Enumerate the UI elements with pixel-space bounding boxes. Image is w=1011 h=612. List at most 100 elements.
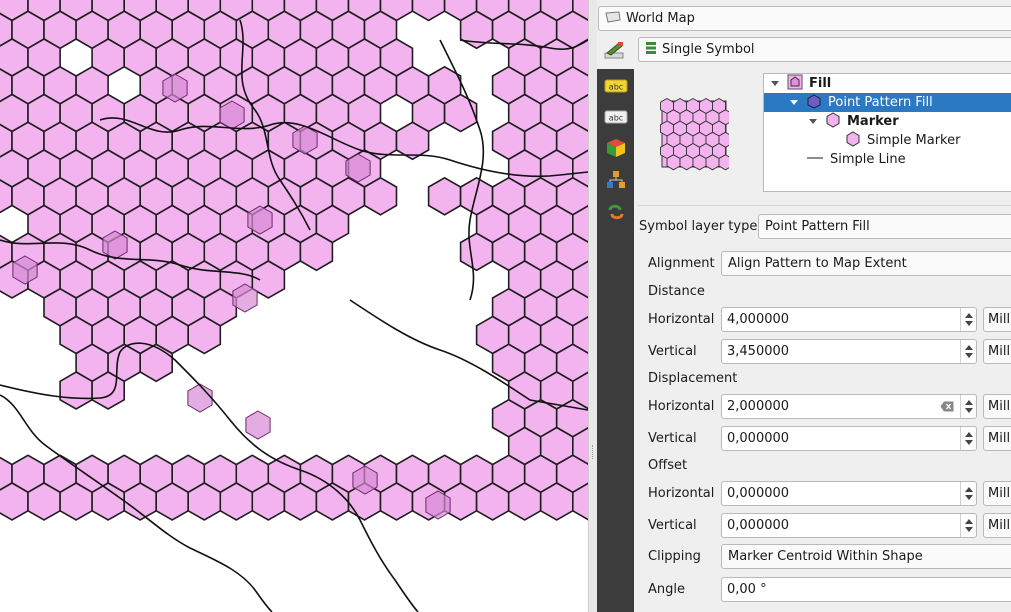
simple-marker-icon xyxy=(845,130,861,151)
symbol-layer-type-select[interactable]: Point Pattern Fill xyxy=(758,214,1011,239)
spin-arrows[interactable] xyxy=(960,482,976,505)
angle-input[interactable]: 0,00 ° xyxy=(721,577,1011,602)
distance-vertical-input[interactable]: 3,450000 xyxy=(721,339,977,364)
3d-view-tab-icon[interactable] xyxy=(602,137,629,159)
masks-tab-icon[interactable]: abc xyxy=(602,106,629,128)
symbol-layer-type-value: Point Pattern Fill xyxy=(765,219,870,234)
spin-arrows[interactable] xyxy=(960,395,976,418)
tree-item-label: Point Pattern Fill xyxy=(828,95,933,110)
offset-vertical-label: Vertical xyxy=(648,518,697,533)
tree-item-point-pattern-fill[interactable]: Point Pattern Fill xyxy=(764,93,1011,112)
displacement-group-label: Displacement xyxy=(648,371,738,386)
distance-vertical-unit-select[interactable]: Mill xyxy=(983,339,1011,364)
spin-arrows[interactable] xyxy=(960,340,976,363)
expand-arrow-icon[interactable] xyxy=(809,119,817,124)
offset-vertical-value: 0,000000 xyxy=(727,518,790,533)
symbol-preview xyxy=(659,97,733,172)
distance-horizontal-value: 4,000000 xyxy=(727,312,790,327)
tree-item-marker[interactable]: Marker xyxy=(764,111,1011,132)
unit-value: Mill xyxy=(988,344,1011,359)
tree-item-label: Fill xyxy=(809,76,832,91)
labels-tab-icon[interactable]: abc xyxy=(602,75,629,97)
distance-vertical-label: Vertical xyxy=(648,344,697,359)
hexagon-cell xyxy=(411,0,446,22)
alignment-select[interactable]: Align Pattern to Map Extent xyxy=(721,251,1011,276)
tree-item-label: Marker xyxy=(847,114,899,129)
displacement-horizontal-value: 2,000000 xyxy=(727,399,790,414)
panel-splitter[interactable] xyxy=(588,0,597,612)
tree-item-simple-marker[interactable]: Simple Marker xyxy=(764,130,1011,151)
svg-text:abc: abc xyxy=(608,114,622,123)
map-hexagon-pattern xyxy=(0,0,588,612)
history-tab-icon[interactable] xyxy=(602,201,629,223)
spin-arrows[interactable] xyxy=(960,514,976,537)
section-divider xyxy=(638,205,1011,206)
offset-group-label: Offset xyxy=(648,458,688,473)
offset-horizontal-input[interactable]: 0,000000 xyxy=(721,481,977,506)
single-symbol-icon xyxy=(645,41,657,59)
map-canvas[interactable] xyxy=(0,0,588,612)
displacement-vertical-input[interactable]: 0,000000 xyxy=(721,426,977,451)
clipping-select[interactable]: Marker Centroid Within Shape xyxy=(721,544,1011,569)
paint-brush-icon[interactable] xyxy=(601,39,627,63)
displacement-horizontal-input[interactable]: 2,000000 xyxy=(721,394,977,419)
hexagon-cell xyxy=(395,121,430,161)
alignment-value: Align Pattern to Map Extent xyxy=(728,256,907,271)
unit-value: Mill xyxy=(988,486,1011,501)
hexagon-cell xyxy=(427,176,462,216)
marker-icon xyxy=(825,111,841,132)
displacement-horizontal-label: Horizontal xyxy=(648,399,715,414)
displacement-horizontal-unit-select[interactable]: Mill xyxy=(983,394,1011,419)
renderer-selector-value: Single Symbol xyxy=(662,42,755,57)
clipping-value: Marker Centroid Within Shape xyxy=(728,549,923,564)
tree-item-label: Simple Marker xyxy=(867,133,961,148)
diagrams-tab-icon[interactable] xyxy=(602,169,629,191)
layer-selector-value: World Map xyxy=(626,11,695,26)
spin-arrows[interactable] xyxy=(960,308,976,331)
hexagon-overlap xyxy=(187,383,213,413)
layer-selector[interactable]: World Map xyxy=(598,6,1011,31)
offset-horizontal-unit-select[interactable]: Mill xyxy=(983,481,1011,506)
layer-styling-panel: World Map Single Symbol abc abc Fill Poi… xyxy=(597,0,1011,612)
clipping-label: Clipping xyxy=(648,549,701,564)
style-side-tabs: abc abc xyxy=(597,69,634,612)
offset-vertical-unit-select[interactable]: Mill xyxy=(983,513,1011,538)
tree-item-label: Simple Line xyxy=(830,152,906,167)
point-pattern-fill-icon xyxy=(806,93,822,113)
fill-symbol-icon xyxy=(787,74,803,94)
preview-hexagon xyxy=(679,154,694,171)
spin-arrows[interactable] xyxy=(960,427,976,450)
distance-horizontal-label: Horizontal xyxy=(648,312,715,327)
clear-field-icon[interactable] xyxy=(940,401,954,412)
hexagon-overlap xyxy=(245,410,271,440)
distance-horizontal-input[interactable]: 4,000000 xyxy=(721,307,977,332)
angle-label: Angle xyxy=(648,582,685,597)
hexagon-cell xyxy=(459,232,494,272)
distance-horizontal-unit-select[interactable]: Mill xyxy=(983,307,1011,332)
distance-group-label: Distance xyxy=(648,284,705,299)
displacement-vertical-value: 0,000000 xyxy=(727,431,790,446)
hexagon-cell xyxy=(363,176,398,216)
preview-hexagon xyxy=(666,154,681,171)
splitter-grip[interactable] xyxy=(592,445,594,459)
displacement-vertical-label: Vertical xyxy=(648,431,697,446)
expand-arrow-icon[interactable] xyxy=(771,81,779,86)
offset-horizontal-label: Horizontal xyxy=(648,486,715,501)
preview-hexagon xyxy=(692,154,707,171)
unit-value: Mill xyxy=(988,431,1011,446)
tree-item-fill[interactable]: Fill xyxy=(764,74,1011,93)
alignment-label: Alignment xyxy=(648,256,715,271)
svg-text:abc: abc xyxy=(608,83,622,92)
offset-horizontal-value: 0,000000 xyxy=(727,486,790,501)
tree-item-simple-line[interactable]: Simple Line xyxy=(764,150,1011,169)
offset-vertical-input[interactable]: 0,000000 xyxy=(721,513,977,538)
expand-arrow-icon[interactable] xyxy=(790,100,798,105)
polygon-layer-icon xyxy=(605,10,621,27)
angle-value: 0,00 ° xyxy=(727,582,767,597)
symbol-layer-tree[interactable]: Fill Point Pattern Fill Marker Simple Ma… xyxy=(763,73,1011,192)
renderer-selector[interactable]: Single Symbol xyxy=(638,37,1011,62)
simple-line-icon xyxy=(806,150,824,170)
symbol-layer-type-label: Symbol layer type xyxy=(639,219,758,234)
displacement-vertical-unit-select[interactable]: Mill xyxy=(983,426,1011,451)
unit-value: Mill xyxy=(988,312,1011,327)
